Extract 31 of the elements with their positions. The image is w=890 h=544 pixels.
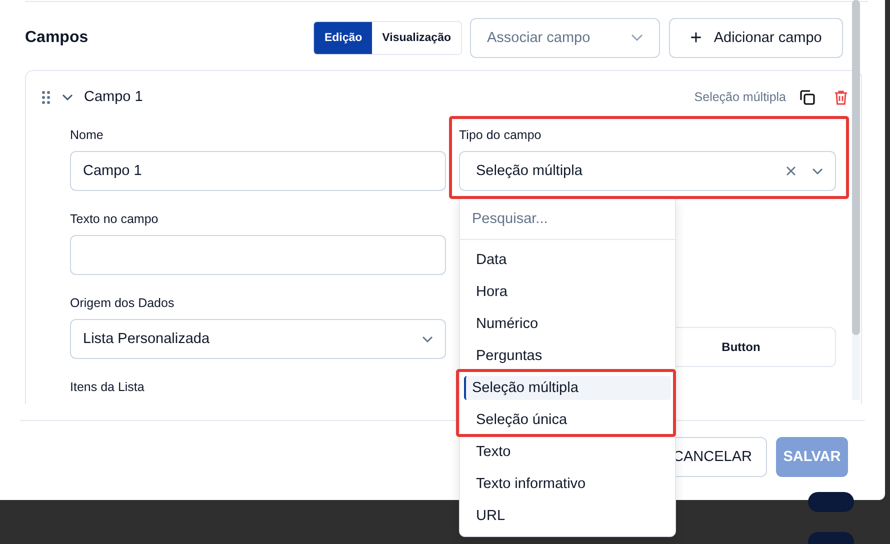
chevron-down-icon	[812, 168, 823, 174]
status-badge	[808, 492, 854, 512]
search-field[interactable]: Pesquisar...	[460, 199, 675, 240]
copy-icon[interactable]	[800, 90, 815, 104]
field-label: Itens da Lista	[70, 380, 146, 395]
chevron-down-icon	[631, 34, 643, 42]
dropdown-option[interactable]: Seleção múltipla	[464, 376, 671, 400]
field-title: Campo 1	[84, 89, 143, 105]
chevron-down-icon[interactable]	[62, 94, 73, 100]
field-type-select[interactable]: Seleção múltipla	[459, 151, 836, 191]
dropdown-option[interactable]: Hora	[464, 280, 671, 304]
chevron-down-icon	[422, 336, 433, 342]
scrollbar-thumb[interactable]	[852, 0, 860, 335]
section-title: Campos	[25, 29, 90, 47]
dropdown-option[interactable]: Seleção única	[464, 408, 671, 432]
add-field-button[interactable]: + Adicionar campo	[669, 18, 843, 58]
data-source-select[interactable]: Lista Personalizada	[70, 319, 446, 359]
field-label: Nome	[70, 128, 104, 143]
dropdown-option[interactable]: Data	[464, 248, 671, 272]
clear-icon[interactable]	[786, 166, 796, 176]
field-label: Texto no campo	[70, 212, 160, 227]
associate-select[interactable]: Associar campo	[470, 18, 660, 58]
field-label: Tipo do campo	[459, 128, 542, 143]
drag-handle-icon[interactable]	[42, 90, 50, 104]
trash-icon[interactable]	[834, 90, 848, 104]
dropdown-option[interactable]: URL	[464, 504, 671, 528]
view-tab[interactable]: Edição	[314, 22, 372, 54]
field-label: Origem dos Dados	[70, 296, 176, 311]
hint-text-field[interactable]	[70, 235, 446, 275]
name-field[interactable]: Campo 1	[70, 151, 446, 191]
field-type-caption: Seleção múltipla	[694, 90, 786, 104]
